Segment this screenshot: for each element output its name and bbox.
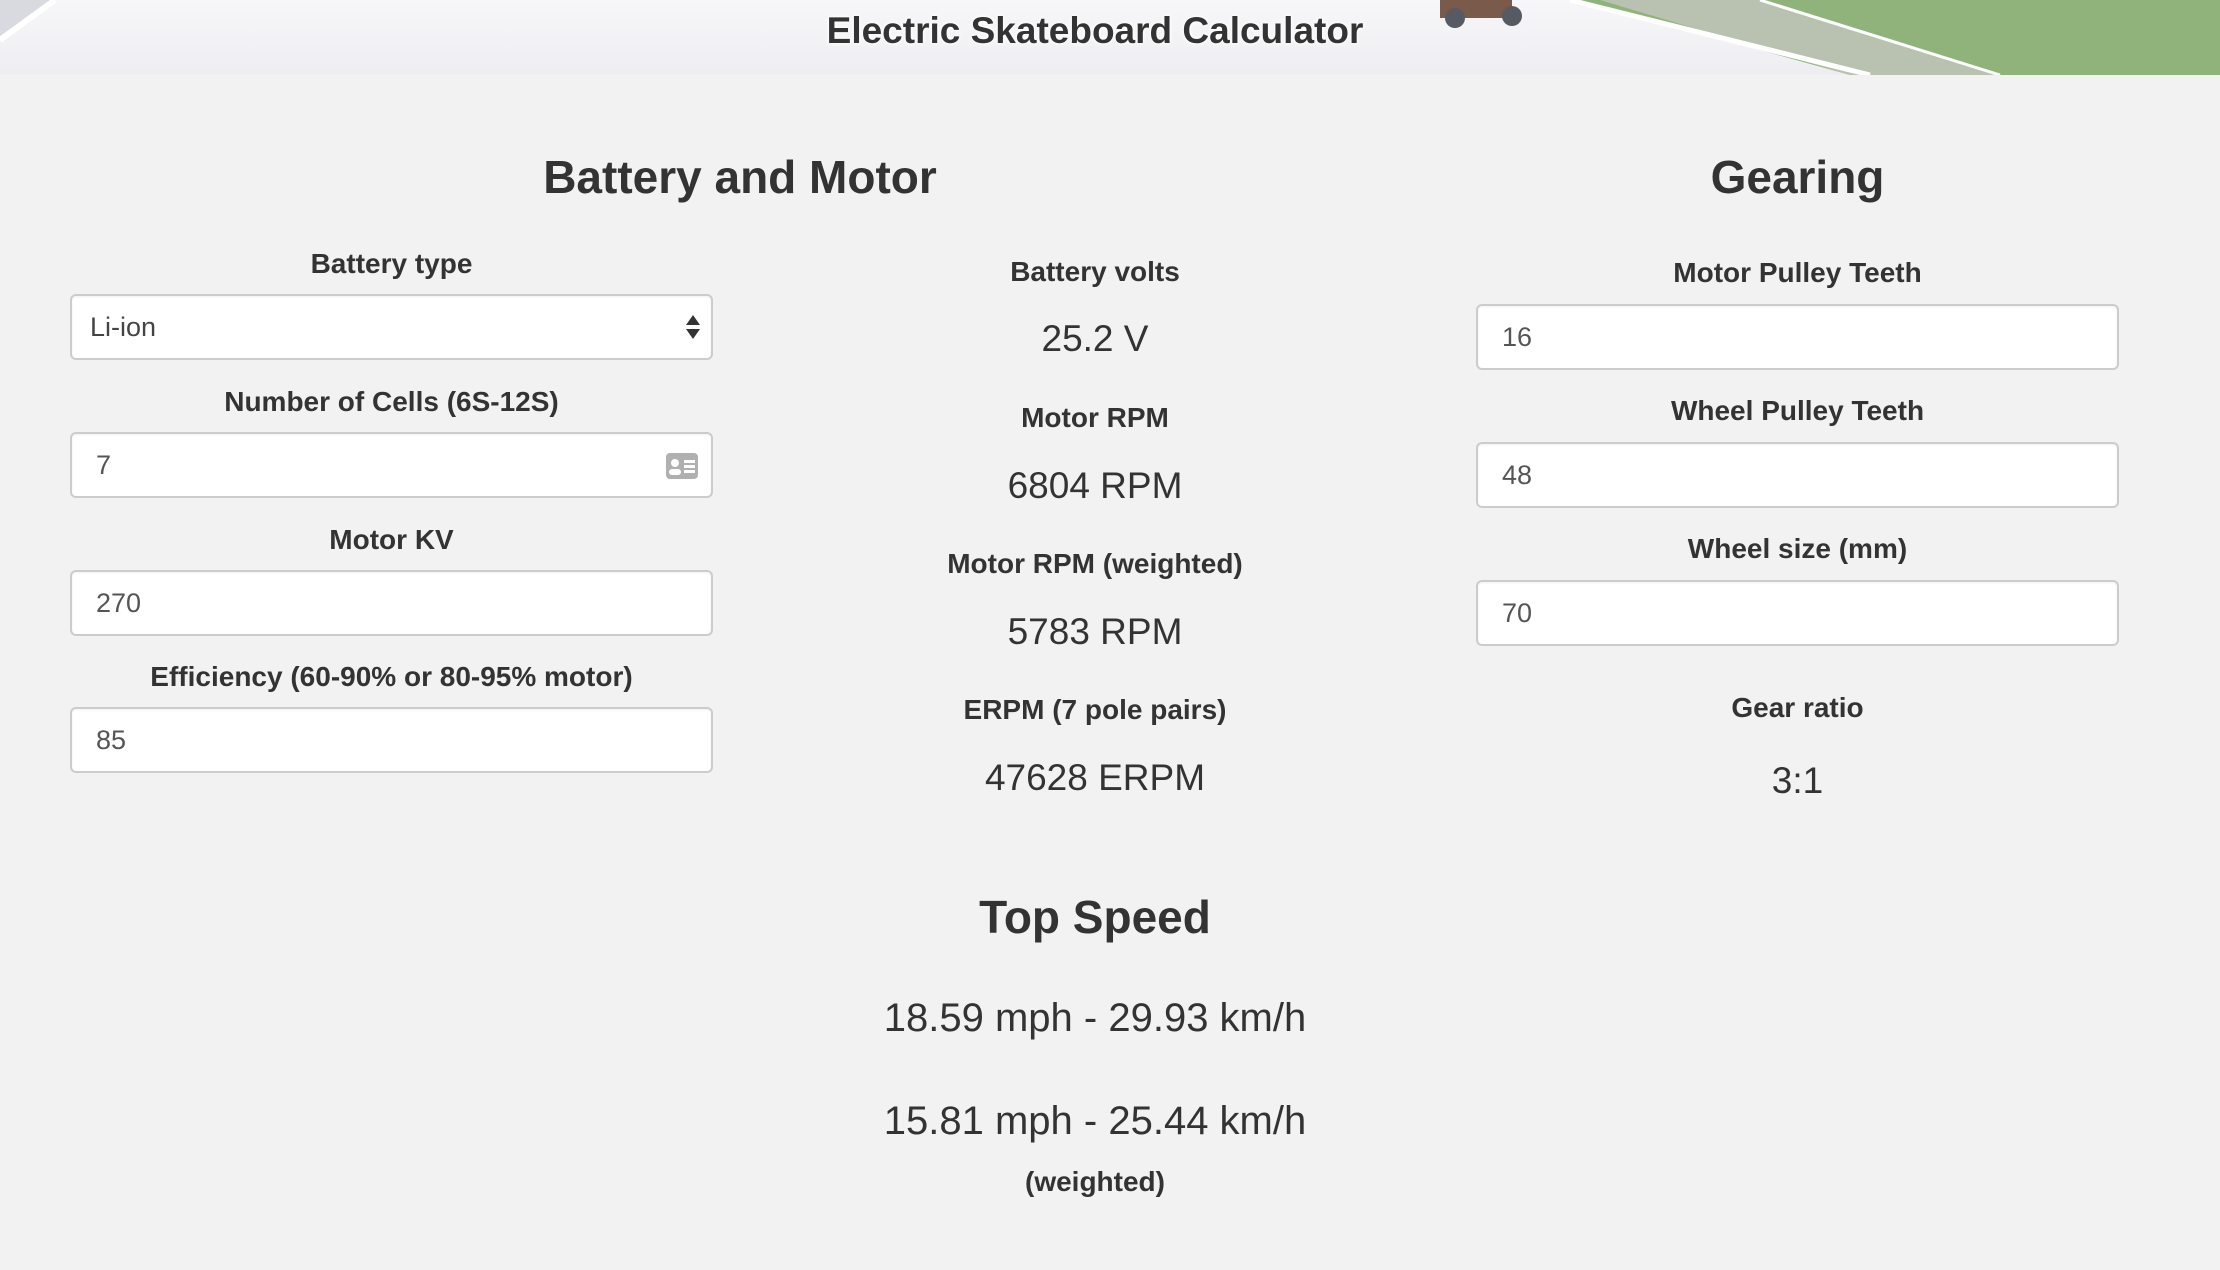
motor-pulley-value: 16 — [1502, 322, 1533, 352]
select-arrows-icon — [686, 315, 700, 339]
motor-rpm-label: Motor RPM — [1021, 402, 1169, 433]
top-speed-value: 18.59 mph - 29.93 km/h — [883, 996, 1307, 1040]
motor-kv-value: 270 — [96, 588, 142, 618]
motor-kv-label: Motor KV — [329, 524, 454, 555]
page-title: Electric Skateboard Calculator — [826, 10, 1364, 51]
cells-input[interactable]: 7 — [70, 432, 713, 498]
efficiency-label: Efficiency (60-90% or 80-95% motor) — [150, 661, 633, 692]
battery-type-label: Battery type — [310, 248, 473, 279]
wheel-pulley-input[interactable]: 48 — [1476, 442, 2119, 508]
motor-rpm-weighted-label: Motor RPM (weighted) — [947, 548, 1243, 579]
efficiency-value: 85 — [96, 725, 127, 755]
motor-pulley-label: Motor Pulley Teeth — [1673, 257, 1922, 288]
erpm-value: 47628 ERPM — [984, 757, 1206, 798]
contact-card-icon — [666, 453, 698, 479]
battery-volts-label: Battery volts — [1010, 256, 1180, 287]
gearing-heading: Gearing — [1710, 151, 1885, 203]
weighted-note: (weighted) — [1025, 1166, 1165, 1197]
top-speed-heading: Top Speed — [979, 891, 1211, 943]
header-banner: Electric Skateboard Calculator — [0, 0, 2220, 75]
motor-pulley-input[interactable]: 16 — [1476, 304, 2119, 370]
efficiency-input[interactable]: 85 — [70, 707, 713, 773]
battery-volts-value: 25.2 V — [1041, 318, 1149, 359]
wheel-size-label: Wheel size (mm) — [1687, 533, 1908, 564]
battery-type-value: Li-ion — [90, 312, 157, 342]
battery-motor-heading: Battery and Motor — [543, 151, 937, 203]
wheel-size-value: 70 — [1502, 598, 1533, 628]
top-speed-weighted-value: 15.81 mph - 25.44 km/h — [883, 1099, 1307, 1143]
wheel-pulley-value: 48 — [1502, 460, 1533, 490]
erpm-label: ERPM (7 pole pairs) — [963, 694, 1227, 725]
wheel-size-input[interactable]: 70 — [1476, 580, 2119, 646]
gear-ratio-value: 3:1 — [1771, 760, 1824, 801]
motor-kv-input[interactable]: 270 — [70, 570, 713, 636]
battery-type-select[interactable]: Li-ion — [70, 294, 713, 360]
cells-label: Number of Cells (6S-12S) — [224, 386, 559, 417]
motor-rpm-value: 6804 RPM — [1007, 465, 1183, 506]
motor-rpm-weighted-value: 5783 RPM — [1007, 611, 1183, 652]
gear-ratio-label: Gear ratio — [1731, 692, 1864, 723]
cells-value: 7 — [96, 450, 112, 480]
wheel-pulley-label: Wheel Pulley Teeth — [1670, 395, 1925, 426]
